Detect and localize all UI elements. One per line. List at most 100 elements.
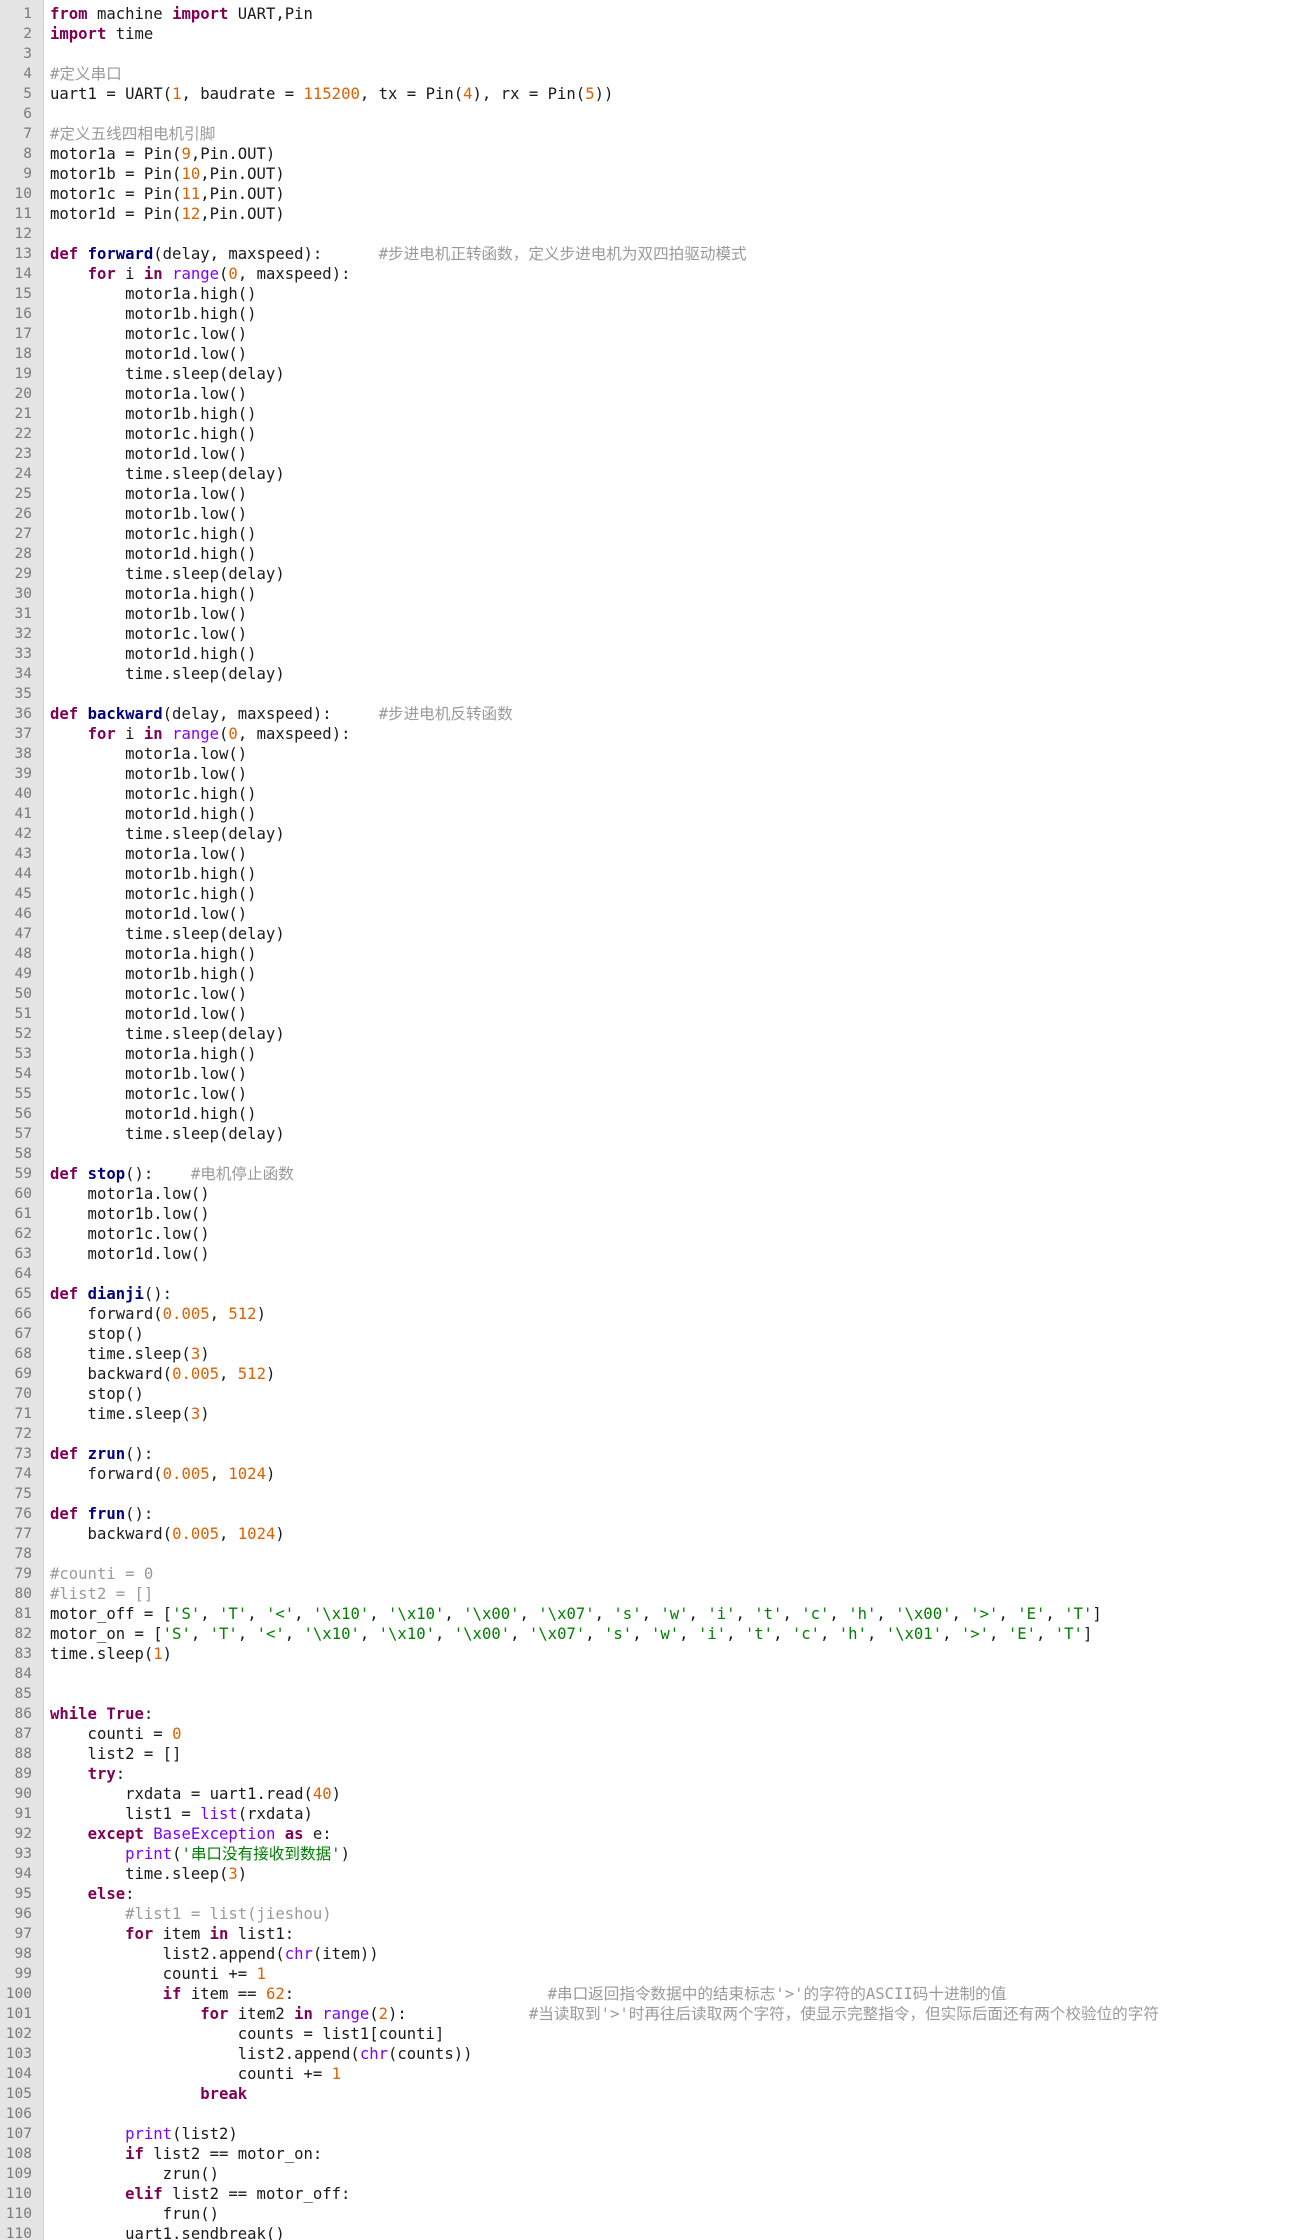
code-line[interactable]: 61 motor1b.low() xyxy=(0,1204,1298,1224)
code-line[interactable]: 24 time.sleep(delay) xyxy=(0,464,1298,484)
code-line[interactable]: 10 motor1c = Pin(11,Pin.OUT) xyxy=(0,184,1298,204)
code-line[interactable]: 92 except BaseException as e: xyxy=(0,1824,1298,1844)
code-line[interactable]: 90 rxdata = uart1.read(40) xyxy=(0,1784,1298,1804)
code-line[interactable]: 43 motor1a.low() xyxy=(0,844,1298,864)
code-line[interactable]: 57 time.sleep(delay) xyxy=(0,1124,1298,1144)
code-editor[interactable]: 1 from machine import UART,Pin 2 import tim… xyxy=(0,0,1298,2240)
code-line[interactable]: 67 stop() xyxy=(0,1324,1298,1344)
code-line[interactable]: 66 forward(0.005, 512) xyxy=(0,1304,1298,1324)
code-line[interactable]: 42 time.sleep(delay) xyxy=(0,824,1298,844)
code-line[interactable]: 78 xyxy=(0,1544,1298,1564)
code-line[interactable]: 8 motor1a = Pin(9,Pin.OUT) xyxy=(0,144,1298,164)
code-line[interactable]: 85 xyxy=(0,1684,1298,1704)
code-line[interactable]: 81 motor_off = ['S', 'T', '<', '\x10', '\… xyxy=(0,1604,1298,1624)
code-line[interactable]: 50 motor1c.low() xyxy=(0,984,1298,1004)
code-line[interactable]: 72 xyxy=(0,1424,1298,1444)
code-line[interactable]: 4 #定义串口 xyxy=(0,64,1298,84)
code-line[interactable]: 47 time.sleep(delay) xyxy=(0,924,1298,944)
code-line[interactable]: 87 counti = 0 xyxy=(0,1724,1298,1744)
code-line[interactable]: 6 xyxy=(0,104,1298,124)
code-line[interactable]: 74 forward(0.005, 1024) xyxy=(0,1464,1298,1484)
code-line[interactable]: 9 motor1b = Pin(10,Pin.OUT) xyxy=(0,164,1298,184)
code-line[interactable]: 110 frun() xyxy=(0,2204,1298,2224)
code-line[interactable]: 70 stop() xyxy=(0,1384,1298,1404)
code-line[interactable]: 29 time.sleep(delay) xyxy=(0,564,1298,584)
code-line[interactable]: 65 def dianji(): xyxy=(0,1284,1298,1304)
code-line[interactable]: 75 xyxy=(0,1484,1298,1504)
code-line[interactable]: 79 #counti = 0 xyxy=(0,1564,1298,1584)
code-line[interactable]: 21 motor1b.high() xyxy=(0,404,1298,424)
code-line[interactable]: 16 motor1b.high() xyxy=(0,304,1298,324)
code-line[interactable]: 82 motor_on = ['S', 'T', '<', '\x10', '\x… xyxy=(0,1624,1298,1644)
code-line[interactable]: 39 motor1b.low() xyxy=(0,764,1298,784)
code-line[interactable]: 45 motor1c.high() xyxy=(0,884,1298,904)
code-line[interactable]: 20 motor1a.low() xyxy=(0,384,1298,404)
code-line[interactable]: 63 motor1d.low() xyxy=(0,1244,1298,1264)
code-line[interactable]: 93 print('串口没有接收到数据') xyxy=(0,1844,1298,1864)
code-line[interactable]: 106 xyxy=(0,2104,1298,2124)
code-line[interactable]: 107 print(list2) xyxy=(0,2124,1298,2144)
code-line[interactable]: 91 list1 = list(rxdata) xyxy=(0,1804,1298,1824)
code-line[interactable]: 86 while True: xyxy=(0,1704,1298,1724)
code-line[interactable]: 53 motor1a.high() xyxy=(0,1044,1298,1064)
code-line[interactable]: 30 motor1a.high() xyxy=(0,584,1298,604)
code-line[interactable]: 56 motor1d.high() xyxy=(0,1104,1298,1124)
code-line[interactable]: 38 motor1a.low() xyxy=(0,744,1298,764)
code-line[interactable]: 23 motor1d.low() xyxy=(0,444,1298,464)
code-line[interactable]: 71 time.sleep(3) xyxy=(0,1404,1298,1424)
code-line[interactable]: 59 def stop(): #电机停止函数 xyxy=(0,1164,1298,1184)
code-line[interactable]: 83 time.sleep(1) xyxy=(0,1644,1298,1664)
code-line[interactable]: 36 def backward(delay, maxspeed): #步进电机反转… xyxy=(0,704,1298,724)
code-line[interactable]: 110 uart1.sendbreak() xyxy=(0,2224,1298,2240)
code-line[interactable]: 15 motor1a.high() xyxy=(0,284,1298,304)
code-line[interactable]: 14 for i in range(0, maxspeed): xyxy=(0,264,1298,284)
code-line[interactable]: 52 time.sleep(delay) xyxy=(0,1024,1298,1044)
code-line[interactable]: 3 xyxy=(0,44,1298,64)
code-line[interactable]: 37 for i in range(0, maxspeed): xyxy=(0,724,1298,744)
code-line[interactable]: 26 motor1b.low() xyxy=(0,504,1298,524)
code-line[interactable]: 40 motor1c.high() xyxy=(0,784,1298,804)
code-line[interactable]: 54 motor1b.low() xyxy=(0,1064,1298,1084)
code-line[interactable]: 7 #定义五线四相电机引脚 xyxy=(0,124,1298,144)
code-line[interactable]: 108 if list2 == motor_on: xyxy=(0,2144,1298,2164)
code-line[interactable]: 105 break xyxy=(0,2084,1298,2104)
code-line[interactable]: 2 import time xyxy=(0,24,1298,44)
code-line[interactable]: 96 #list1 = list(jieshou) xyxy=(0,1904,1298,1924)
code-line[interactable]: 95 else: xyxy=(0,1884,1298,1904)
code-line[interactable]: 84 xyxy=(0,1664,1298,1684)
code-line[interactable]: 99 counti += 1 xyxy=(0,1964,1298,1984)
code-line[interactable]: 76 def frun(): xyxy=(0,1504,1298,1524)
code-line[interactable]: 64 xyxy=(0,1264,1298,1284)
code-line[interactable]: 109 zrun() xyxy=(0,2164,1298,2184)
code-line[interactable]: 35 xyxy=(0,684,1298,704)
code-line[interactable]: 104 counti += 1 xyxy=(0,2064,1298,2084)
code-line[interactable]: 32 motor1c.low() xyxy=(0,624,1298,644)
code-line[interactable]: 73 def zrun(): xyxy=(0,1444,1298,1464)
code-line[interactable]: 17 motor1c.low() xyxy=(0,324,1298,344)
code-line[interactable]: 22 motor1c.high() xyxy=(0,424,1298,444)
code-line[interactable]: 58 xyxy=(0,1144,1298,1164)
code-line[interactable]: 11 motor1d = Pin(12,Pin.OUT) xyxy=(0,204,1298,224)
code-line[interactable]: 60 motor1a.low() xyxy=(0,1184,1298,1204)
code-line[interactable]: 31 motor1b.low() xyxy=(0,604,1298,624)
code-line[interactable]: 89 try: xyxy=(0,1764,1298,1784)
code-line[interactable]: 103 list2.append(chr(counts)) xyxy=(0,2044,1298,2064)
code-line[interactable]: 18 motor1d.low() xyxy=(0,344,1298,364)
code-line[interactable]: 69 backward(0.005, 512) xyxy=(0,1364,1298,1384)
code-line[interactable]: 62 motor1c.low() xyxy=(0,1224,1298,1244)
code-line[interactable]: 12 xyxy=(0,224,1298,244)
code-line[interactable]: 98 list2.append(chr(item)) xyxy=(0,1944,1298,1964)
code-line[interactable]: 68 time.sleep(3) xyxy=(0,1344,1298,1364)
code-line[interactable]: 19 time.sleep(delay) xyxy=(0,364,1298,384)
code-line[interactable]: 88 list2 = [] xyxy=(0,1744,1298,1764)
code-line[interactable]: 100 if item == 62: #串口返回指令数据中的结束标志'>'的字符… xyxy=(0,1984,1298,2004)
code-line[interactable]: 34 time.sleep(delay) xyxy=(0,664,1298,684)
code-line[interactable]: 102 counts = list1[counti] xyxy=(0,2024,1298,2044)
code-line[interactable]: 55 motor1c.low() xyxy=(0,1084,1298,1104)
code-line[interactable]: 49 motor1b.high() xyxy=(0,964,1298,984)
code-line[interactable]: 28 motor1d.high() xyxy=(0,544,1298,564)
code-line[interactable]: 25 motor1a.low() xyxy=(0,484,1298,504)
code-line[interactable]: 80 #list2 = [] xyxy=(0,1584,1298,1604)
code-line[interactable]: 33 motor1d.high() xyxy=(0,644,1298,664)
code-line[interactable]: 46 motor1d.low() xyxy=(0,904,1298,924)
